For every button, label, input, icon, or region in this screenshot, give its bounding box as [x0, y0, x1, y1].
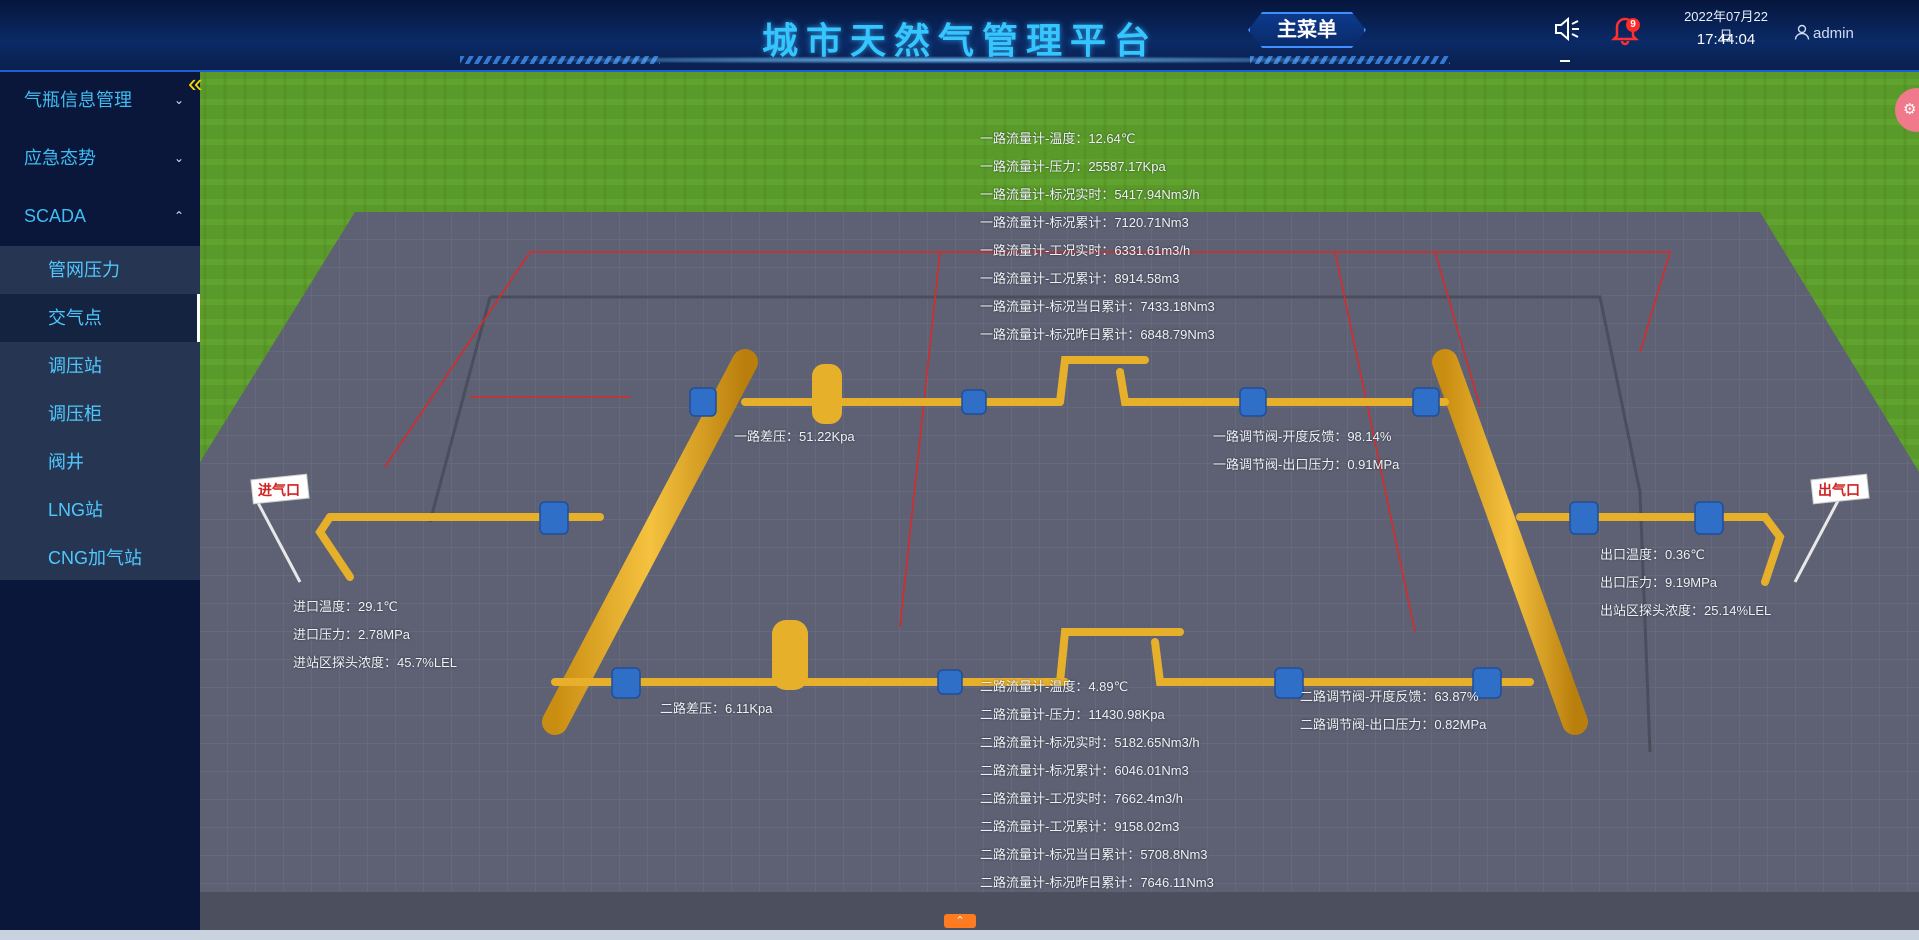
- chevron-up-icon: ⌃: [173, 209, 184, 223]
- inlet-sign: 进气口: [258, 482, 300, 498]
- scada-submenu: 管网压力 交气点 调压站 调压柜 阀井 LNG站 CNG加气站: [0, 246, 200, 580]
- outlet-pressure: 出口压力：9.19MPa: [1600, 575, 1718, 590]
- reading: 二路流量计-标况当日累计：5708.8Nm3: [980, 847, 1208, 862]
- sidebar-item-network-pressure[interactable]: 管网压力: [0, 246, 200, 294]
- line2-valve-opening: 二路调节阀-开度反馈：63.87%: [1300, 689, 1479, 704]
- inlet-pressure: 进口压力：2.78MPa: [293, 627, 411, 642]
- sidebar-item-valve-well[interactable]: 阀井: [0, 438, 200, 486]
- reading: 一路流量计-压力：25587.17Kpa: [980, 159, 1166, 174]
- sidebar-item-cng-station[interactable]: CNG加气站: [0, 534, 200, 582]
- reading: 二路流量计-工况实时：7662.4m3/h: [980, 791, 1183, 806]
- reading: 一路流量计-标况累计：7120.71Nm3: [980, 215, 1189, 230]
- sidebar-item-regulator-station[interactable]: 调压站: [0, 342, 200, 390]
- sidebar-item-scada[interactable]: SCADA ⌃: [0, 188, 200, 244]
- outlet-temperature: 出口温度：0.36℃: [1600, 547, 1705, 562]
- reading: 二路流量计-工况累计：9158.02m3: [980, 819, 1180, 834]
- user-icon[interactable]: [1794, 24, 1810, 40]
- line2-diff-pressure: 二路差压：6.11Kpa: [660, 701, 773, 716]
- notification-badge: 9: [1626, 18, 1640, 32]
- sidebar-item-label: 应急态势: [24, 148, 96, 168]
- line1-valve-outlet-pressure: 一路调节阀-出口压力：0.91MPa: [1213, 457, 1400, 472]
- reading: 二路流量计-温度：4.89℃: [980, 679, 1129, 694]
- reading: 二路流量计-标况实时：5182.65Nm3/h: [980, 735, 1200, 750]
- sidebar-item-label: 气瓶信息管理: [24, 90, 132, 110]
- line2-valve-outlet-pressure: 二路调节阀-出口压力：0.82MPa: [1300, 717, 1487, 732]
- reading: 一路流量计-工况累计：8914.58m3: [980, 271, 1180, 286]
- sidebar-item-emergency[interactable]: 应急态势 ⌄: [0, 130, 200, 186]
- inlet-temperature: 进口温度：29.1℃: [293, 599, 398, 614]
- sidebar: 气瓶信息管理 ⌄ 应急态势 ⌄ SCADA ⌃ 管网压力 交气点 调压站 调压柜…: [0, 72, 200, 940]
- sidebar-item-lng-station[interactable]: LNG站: [0, 486, 200, 534]
- notification-button[interactable]: 9: [1608, 12, 1642, 46]
- chevron-up-icon[interactable]: ⌃: [944, 914, 976, 928]
- outlet-gas-concentration: 出站区探头浓度：25.14%LEL: [1600, 603, 1772, 618]
- reading: 一路流量计-工况实时：6331.61m3/h: [980, 243, 1191, 258]
- reading: 一路流量计-温度：12.64℃: [980, 131, 1136, 146]
- current-time: 17:44:04: [1696, 31, 1756, 48]
- page-title: 城市天然气管理平台: [761, 20, 1158, 61]
- reading: 二路流量计-标况累计：6046.01Nm3: [980, 763, 1189, 778]
- reading: 一路流量计-标况昨日累计：6848.79Nm3: [980, 327, 1215, 342]
- chevron-down-icon: ⌄: [173, 151, 184, 165]
- reading: 一路流量计-标况实时：5417.94Nm3/h: [980, 187, 1200, 202]
- line1-valve-opening: 一路调节阀-开度反馈：98.14%: [1213, 429, 1392, 444]
- inlet-gas-concentration: 进站区探头浓度：45.7%LEL: [293, 655, 457, 670]
- sidebar-item-delivery-point[interactable]: 交气点: [0, 294, 200, 342]
- main-menu-button[interactable]: 主菜单: [1248, 12, 1366, 48]
- bottom-bar: [0, 930, 1919, 940]
- line1-diff-pressure: 一路差压：51.22Kpa: [734, 429, 855, 444]
- speaker-icon[interactable]: [1552, 14, 1582, 44]
- chevron-down-icon: ⌄: [173, 93, 184, 107]
- cursor-mark: [1560, 60, 1570, 62]
- sidebar-item-label: SCADA: [24, 206, 87, 226]
- reading: 二路流量计-标况昨日累计：7646.11Nm3: [980, 875, 1214, 890]
- sidebar-item-regulator-cabinet[interactable]: 调压柜: [0, 390, 200, 438]
- reading: 一路流量计-标况当日累计：7433.18Nm3: [980, 299, 1215, 314]
- sidebar-item-cylinder-info[interactable]: 气瓶信息管理 ⌄: [0, 72, 200, 128]
- user-name[interactable]: admin: [1813, 25, 1854, 42]
- 3d-scene-view[interactable]: 进气口 出气口 一路流量计-温度：12.64℃ 一路流量计-压力：25587.1…: [200, 72, 1919, 930]
- reading: 二路流量计-压力：11430.98Kpa: [980, 707, 1165, 722]
- app-header: 城市天然气管理平台 主菜单 9 2022年07月22日 17:44:04 adm…: [0, 0, 1919, 72]
- collapse-sidebar-icon[interactable]: «: [188, 70, 214, 96]
- outlet-sign: 出气口: [1818, 482, 1860, 498]
